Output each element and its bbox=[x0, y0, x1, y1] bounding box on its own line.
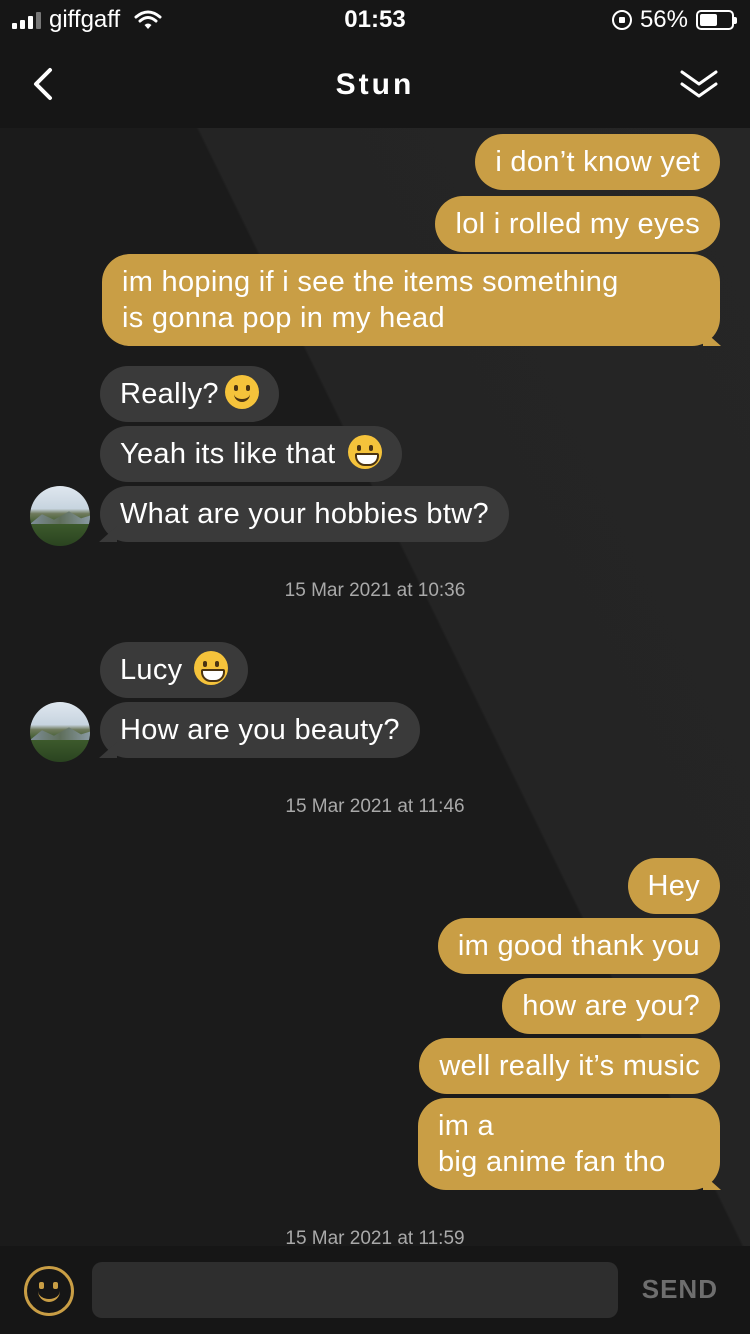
message-incoming[interactable]: How are you beauty? bbox=[100, 702, 420, 758]
message-incoming[interactable]: Yeah its like that bbox=[100, 426, 402, 482]
message-input[interactable] bbox=[92, 1262, 618, 1318]
message-incoming[interactable]: What are your hobbies btw? bbox=[100, 486, 509, 542]
message-text-line: im hoping if i see the items something bbox=[122, 266, 619, 298]
smiley-face-icon[interactable] bbox=[24, 1266, 74, 1316]
compose-bar: SEND bbox=[0, 1246, 750, 1334]
message-outgoing[interactable]: how are you? bbox=[502, 978, 720, 1034]
message-text: Hey bbox=[647, 870, 700, 902]
orientation-lock-icon bbox=[611, 10, 632, 30]
message-text: Yeah its like that bbox=[120, 438, 336, 470]
message-text: how are you? bbox=[522, 990, 700, 1022]
message-incoming[interactable]: Lucy bbox=[100, 642, 249, 698]
message-text: well really it’s music bbox=[439, 1050, 700, 1082]
double-chevron-down-icon[interactable] bbox=[678, 66, 720, 102]
message-text-line: im a bbox=[438, 1110, 494, 1142]
avatar[interactable] bbox=[30, 702, 90, 762]
message-outgoing[interactable]: i don’t know yet bbox=[475, 134, 720, 190]
message-outgoing[interactable]: im a big anime fan tho bbox=[418, 1098, 720, 1190]
send-button[interactable]: SEND bbox=[642, 1274, 718, 1305]
message-outgoing[interactable]: Hey bbox=[627, 858, 720, 914]
grinning-face-icon bbox=[194, 651, 229, 686]
message-outgoing[interactable]: well really it’s music bbox=[419, 1038, 720, 1094]
status-right: 56% bbox=[611, 6, 737, 34]
message-text: lol i rolled my eyes bbox=[455, 208, 700, 240]
contact-name[interactable]: Stun bbox=[0, 68, 750, 102]
message-text: What are your hobbies btw? bbox=[120, 498, 489, 530]
message-text: Really? bbox=[120, 378, 219, 410]
message-text-line: big anime fan tho bbox=[438, 1146, 666, 1178]
battery-percent: 56% bbox=[639, 6, 688, 33]
message-outgoing[interactable]: im good thank you bbox=[437, 918, 720, 974]
message-outgoing[interactable]: lol i rolled my eyes bbox=[435, 196, 720, 252]
message-text: im good thank you bbox=[457, 930, 700, 962]
chat-header: Stun bbox=[0, 42, 750, 128]
status-bar: giffgaff 01:53 56% bbox=[0, 0, 750, 42]
message-list[interactable]: i don’t know yet lol i rolled my eyes im… bbox=[0, 128, 750, 1246]
message-text: i don’t know yet bbox=[495, 146, 700, 178]
avatar[interactable] bbox=[30, 486, 90, 546]
message-text-line: is gonna pop in my head bbox=[122, 302, 445, 334]
timestamp: 15 Mar 2021 at 11:46 bbox=[285, 796, 465, 817]
timestamp: 15 Mar 2021 at 11:59 bbox=[285, 1228, 465, 1246]
battery-icon bbox=[696, 10, 737, 30]
message-text: How are you beauty? bbox=[120, 714, 400, 746]
grinning-face-icon bbox=[347, 435, 382, 470]
message-outgoing[interactable]: im hoping if i see the items something i… bbox=[102, 254, 720, 346]
message-incoming[interactable]: Really? bbox=[100, 366, 279, 422]
slightly-smiling-face-icon bbox=[224, 375, 259, 410]
timestamp: 15 Mar 2021 at 10:36 bbox=[284, 580, 466, 601]
message-text: Lucy bbox=[120, 654, 183, 686]
